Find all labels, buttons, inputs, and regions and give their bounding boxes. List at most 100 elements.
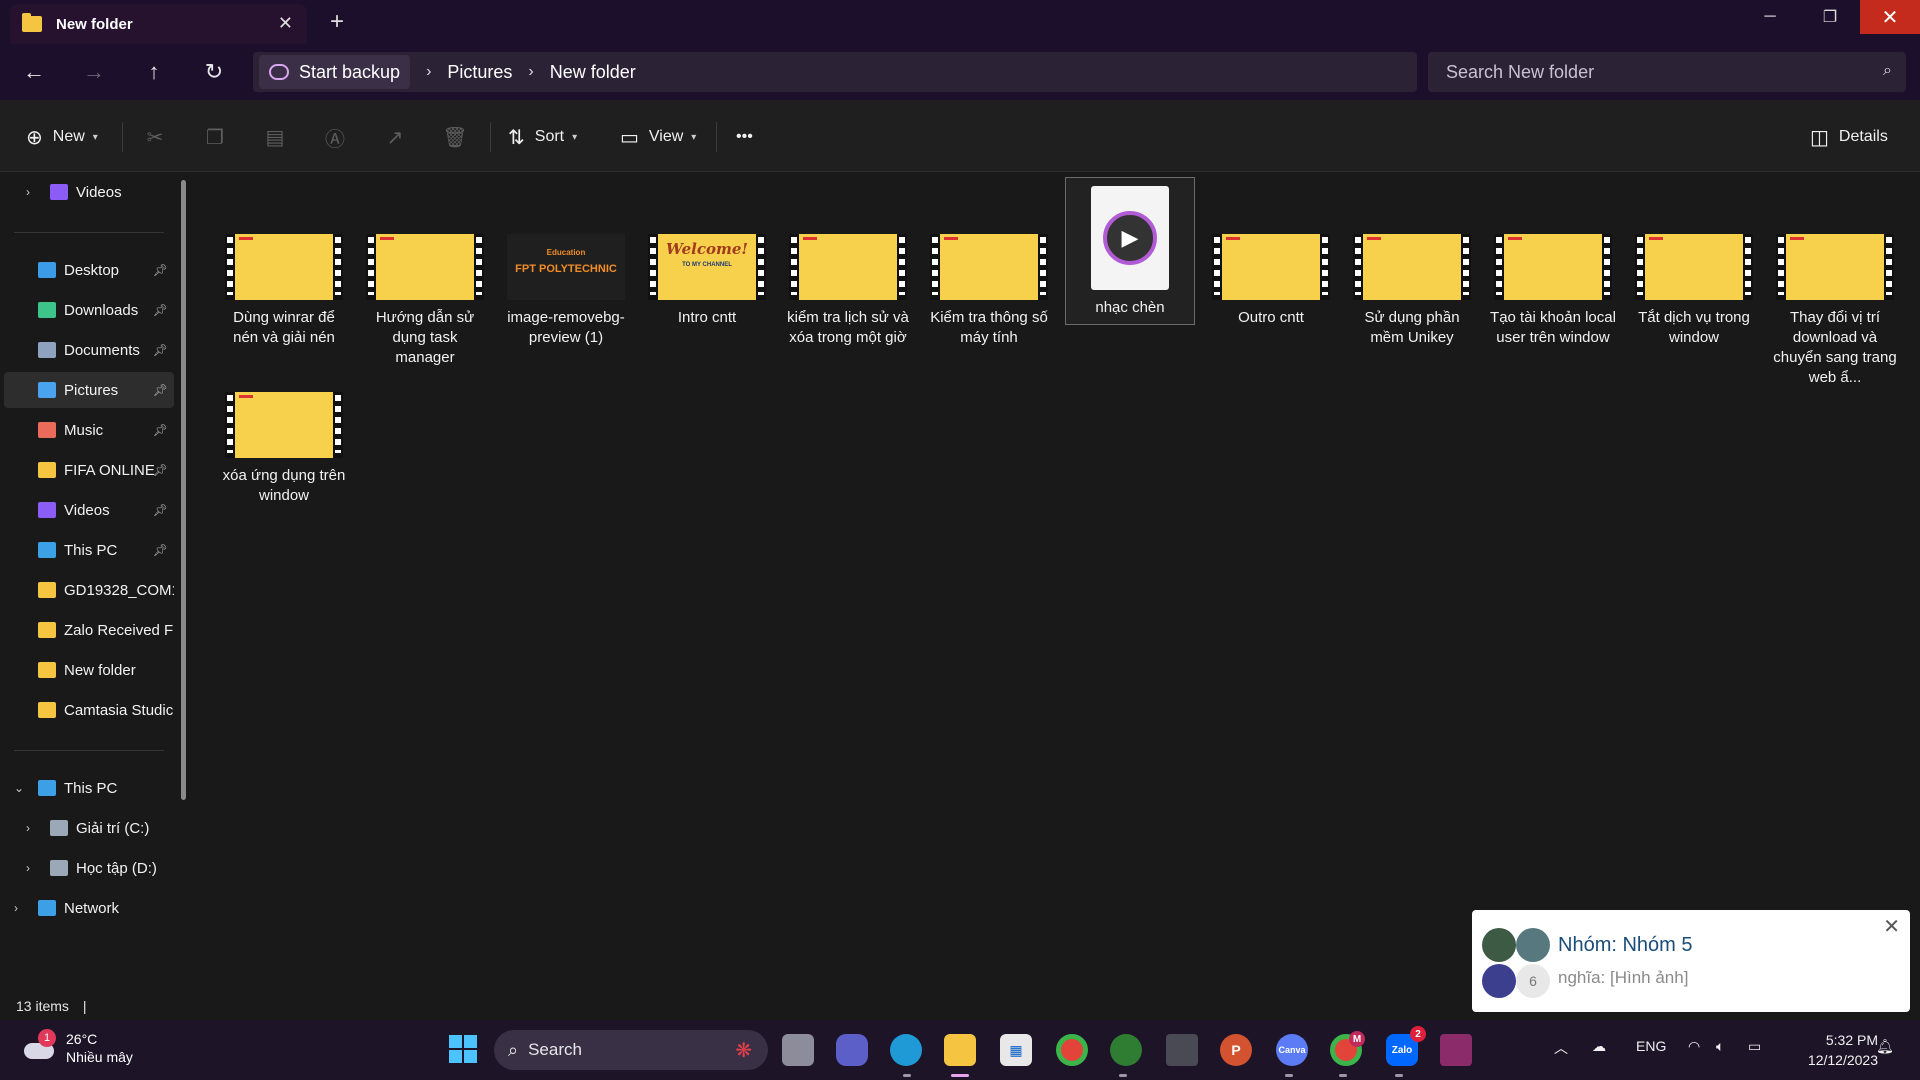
language-indicator[interactable]: ENG <box>1636 1038 1666 1054</box>
sidebar-item-gd19328-com1[interactable]: GD19328_COM1 <box>4 572 174 608</box>
sidebar-item-documents[interactable]: Documents 📌︎ <box>4 332 174 368</box>
expand-chevron-icon[interactable]: › <box>14 901 18 915</box>
file-item[interactable]: Thay đổi vị trí download và chuyển sang … <box>1771 234 1899 388</box>
file-item[interactable]: kiểm tra lịch sử và xóa trong một giờ <box>784 234 912 348</box>
search-input[interactable]: Search New folder ⌕ <box>1428 52 1906 92</box>
sidebar-item-downloads[interactable]: Downloads 📌︎ <box>4 292 174 328</box>
sidebar-item-network[interactable]: › Network <box>4 890 174 926</box>
sidebar-item-fifa-online[interactable]: FIFA ONLINE 📌︎ <box>4 452 174 488</box>
back-button[interactable]: ← <box>16 56 52 88</box>
sidebar-scrollbar[interactable] <box>181 180 186 800</box>
chrome-icon[interactable] <box>1056 1034 1088 1066</box>
sidebar-item-videos[interactable]: Videos 📌︎ <box>4 492 174 528</box>
sidebar-item-gi-i-tr-c[interactable]: › Giải trí (C:) <box>4 810 174 846</box>
volume-icon[interactable]: 🔈︎ <box>1716 1038 1724 1055</box>
new-button[interactable]: ⊕ New ▾ <box>26 122 98 152</box>
restore-button[interactable]: ❐ <box>1800 0 1860 34</box>
running-indicator <box>1339 1074 1347 1077</box>
new-tab-button[interactable]: + <box>330 8 344 36</box>
unity-icon[interactable] <box>1166 1034 1198 1066</box>
task-view-icon[interactable] <box>782 1034 814 1066</box>
delete-icon[interactable]: 🗑 <box>440 122 470 152</box>
zalo-notification[interactable]: ✕ 6 Nhóm: Nhóm 5 nghĩa: [Hình ảnh] <box>1472 910 1910 1012</box>
breadcrumb-new-folder[interactable]: New folder <box>550 62 636 83</box>
sidebar-item-h-c-t-p-d[interactable]: › Học tập (D:) <box>4 850 174 886</box>
start-button[interactable] <box>446 1032 480 1066</box>
file-item[interactable]: xóa ứng dụng trên window <box>220 392 348 506</box>
file-item[interactable]: Tạo tài khoản local user trên window <box>1489 234 1617 348</box>
sidebar-item-desktop[interactable]: Desktop 📌︎ <box>4 252 174 288</box>
file-item[interactable]: Hướng dẫn sử dụng task manager <box>361 234 489 368</box>
chevron-up-icon[interactable]: ︿ <box>1554 1038 1568 1058</box>
close-notification-button[interactable]: ✕ <box>1883 914 1900 939</box>
battery-icon[interactable]: ▭ <box>1748 1038 1761 1055</box>
up-button[interactable]: ↑ <box>136 56 172 88</box>
teams-chat-icon[interactable] <box>836 1034 868 1066</box>
sidebar-item-pictures[interactable]: Pictures 📌︎ <box>4 372 174 408</box>
file-item[interactable]: Education FPT POLYTECHNIC image-removebg-p… <box>502 234 630 348</box>
sidebar-item-zalo-received-f[interactable]: Zalo Received F <box>4 612 174 648</box>
sidebar-item-videos[interactable]: › Videos <box>4 174 174 210</box>
weather-widget[interactable]: 1 26°C Nhiều mây <box>22 1029 133 1066</box>
chevron-right-icon[interactable]: › <box>528 63 533 81</box>
sort-button[interactable]: ⇅ Sort ▾ <box>508 122 577 152</box>
copy-icon[interactable]: ❐ <box>200 122 230 152</box>
rename-icon[interactable]: Ⓐ <box>320 122 350 152</box>
sidebar-item-this-pc[interactable]: ⌄ This PC <box>4 770 174 806</box>
sidebar-item-this-pc[interactable]: This PC 📌︎ <box>4 532 174 568</box>
winrar-icon[interactable] <box>1440 1034 1472 1066</box>
sidebar-item-music[interactable]: Music 📌︎ <box>4 412 174 448</box>
expand-chevron-icon[interactable]: ⌄ <box>14 781 24 795</box>
sidebar-item-camtasia-studic[interactable]: Camtasia Studic <box>4 692 174 728</box>
status-separator: | <box>82 998 87 1014</box>
chrome-profile-icon[interactable]: M <box>1330 1031 1365 1066</box>
windows-logo-icon <box>449 1035 477 1063</box>
expand-chevron-icon[interactable]: › <box>26 821 30 835</box>
expand-chevron-icon[interactable]: › <box>26 861 30 875</box>
weather-temp: 26°C <box>66 1031 98 1047</box>
wifi-icon[interactable]: ◠ <box>1688 1038 1700 1055</box>
expand-chevron-icon[interactable]: › <box>26 185 30 199</box>
microsoft-store-icon[interactable]: ▦ <box>1000 1034 1032 1066</box>
zalo-icon[interactable]: Zalo 2 <box>1386 1026 1426 1066</box>
thumbnail-mark <box>803 237 817 240</box>
breadcrumb-pictures[interactable]: Pictures <box>447 62 512 83</box>
cut-icon[interactable]: ✂ <box>140 122 170 152</box>
refresh-button[interactable]: ↻ <box>196 56 232 88</box>
notification-bell-icon[interactable]: 🔔︎ <box>1876 1038 1894 1055</box>
edge-icon[interactable] <box>890 1034 922 1066</box>
minimize-button[interactable]: ─ <box>1740 0 1800 34</box>
pin-icon: 📌︎ <box>152 343 168 357</box>
file-explorer-icon[interactable] <box>944 1034 976 1066</box>
sidebar-item-new-folder[interactable]: New folder <box>4 652 174 688</box>
file-item[interactable]: Outro cntt <box>1207 234 1335 328</box>
canva-icon[interactable]: Canva <box>1276 1034 1308 1066</box>
forward-button[interactable]: → <box>76 56 112 88</box>
file-item[interactable]: Tắt dịch vụ trong window <box>1630 234 1758 348</box>
view-button[interactable]: ▭ View ▾ <box>620 122 696 152</box>
coc-coc-icon[interactable] <box>1110 1034 1142 1066</box>
file-item[interactable]: Dùng winrar để nén và giải nén <box>220 234 348 348</box>
share-icon[interactable]: ↗ <box>380 122 410 152</box>
tab-new-folder[interactable]: New folder ✕ <box>10 4 307 44</box>
file-item[interactable]: Kiểm tra thông số máy tính <box>925 234 1053 348</box>
file-name: Tắt dịch vụ trong window <box>1638 309 1750 346</box>
file-item[interactable]: ▶ nhạc chèn <box>1065 177 1195 325</box>
address-bar[interactable]: Start backup › Pictures › New folder <box>253 52 1417 92</box>
close-window-button[interactable]: ✕ <box>1860 0 1920 34</box>
file-item[interactable]: Welcome! TO MY CHANNEL Intro cntt <box>643 234 771 328</box>
details-button[interactable]: ◫ Details <box>1810 122 1888 152</box>
chevron-right-icon[interactable]: › <box>426 63 431 81</box>
powerpoint-icon[interactable]: P <box>1220 1034 1252 1066</box>
taskbar-search[interactable]: ⌕ Search ❋ <box>494 1030 768 1070</box>
paste-icon[interactable]: ▤ <box>260 122 290 152</box>
audio-file-icon: ▶ <box>1091 186 1169 290</box>
clock[interactable]: 5:32 PM 12/12/2023 <box>1788 1030 1878 1070</box>
start-backup-button[interactable]: Start backup <box>259 55 411 89</box>
onedrive-icon[interactable]: ☁ <box>1592 1038 1606 1055</box>
more-options-button[interactable]: ••• <box>736 122 753 152</box>
pin-icon: 📌︎ <box>152 463 168 477</box>
title-bar: New folder ✕ + ─ ❐ ✕ <box>0 0 1920 44</box>
close-tab-button[interactable]: ✕ <box>278 13 293 34</box>
file-item[interactable]: Sử dụng phần mềm Unikey <box>1348 234 1476 348</box>
